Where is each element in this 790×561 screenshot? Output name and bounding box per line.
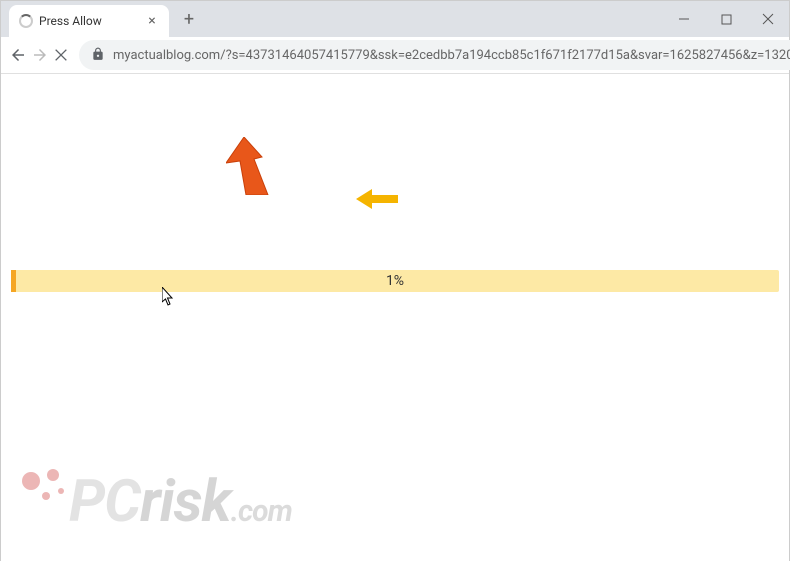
maximize-button[interactable]: [711, 4, 741, 34]
tab-bar: Press Allow × +: [1, 1, 789, 37]
progress-fill: [11, 270, 16, 292]
new-tab-button[interactable]: +: [175, 5, 203, 33]
annotation-arrow-yellow-icon: [356, 189, 398, 209]
close-tab-icon[interactable]: ×: [145, 14, 159, 28]
back-button[interactable]: [9, 41, 27, 69]
url-text: myactualblog.com/?s=43731464057415779&ss…: [113, 48, 790, 63]
close-window-button[interactable]: [753, 4, 783, 34]
loading-spinner-icon: [19, 14, 33, 28]
annotation-arrow-orange-icon: [226, 137, 286, 195]
forward-button[interactable]: [31, 41, 49, 69]
page-content: 1% PCrisk.com: [1, 74, 789, 561]
cursor-icon: [162, 287, 176, 307]
tab-title: Press Allow: [39, 14, 139, 28]
browser-toolbar: myactualblog.com/?s=43731464057415779&ss…: [1, 37, 789, 73]
watermark-pc: PC: [69, 468, 141, 536]
browser-tab[interactable]: Press Allow ×: [9, 5, 169, 37]
watermark-risk: risk: [140, 468, 234, 536]
address-bar[interactable]: myactualblog.com/?s=43731464057415779&ss…: [79, 40, 790, 70]
stop-reload-button[interactable]: [53, 41, 69, 69]
progress-value: 1%: [386, 273, 404, 289]
svg-text:PCrisk.com: PCrisk.com: [69, 468, 292, 536]
watermark-com: .com: [231, 494, 292, 529]
progress-bar: 1%: [11, 270, 779, 292]
watermark-logo: PCrisk.com: [11, 451, 431, 551]
lock-icon: [91, 46, 105, 65]
minimize-button[interactable]: [669, 4, 699, 34]
